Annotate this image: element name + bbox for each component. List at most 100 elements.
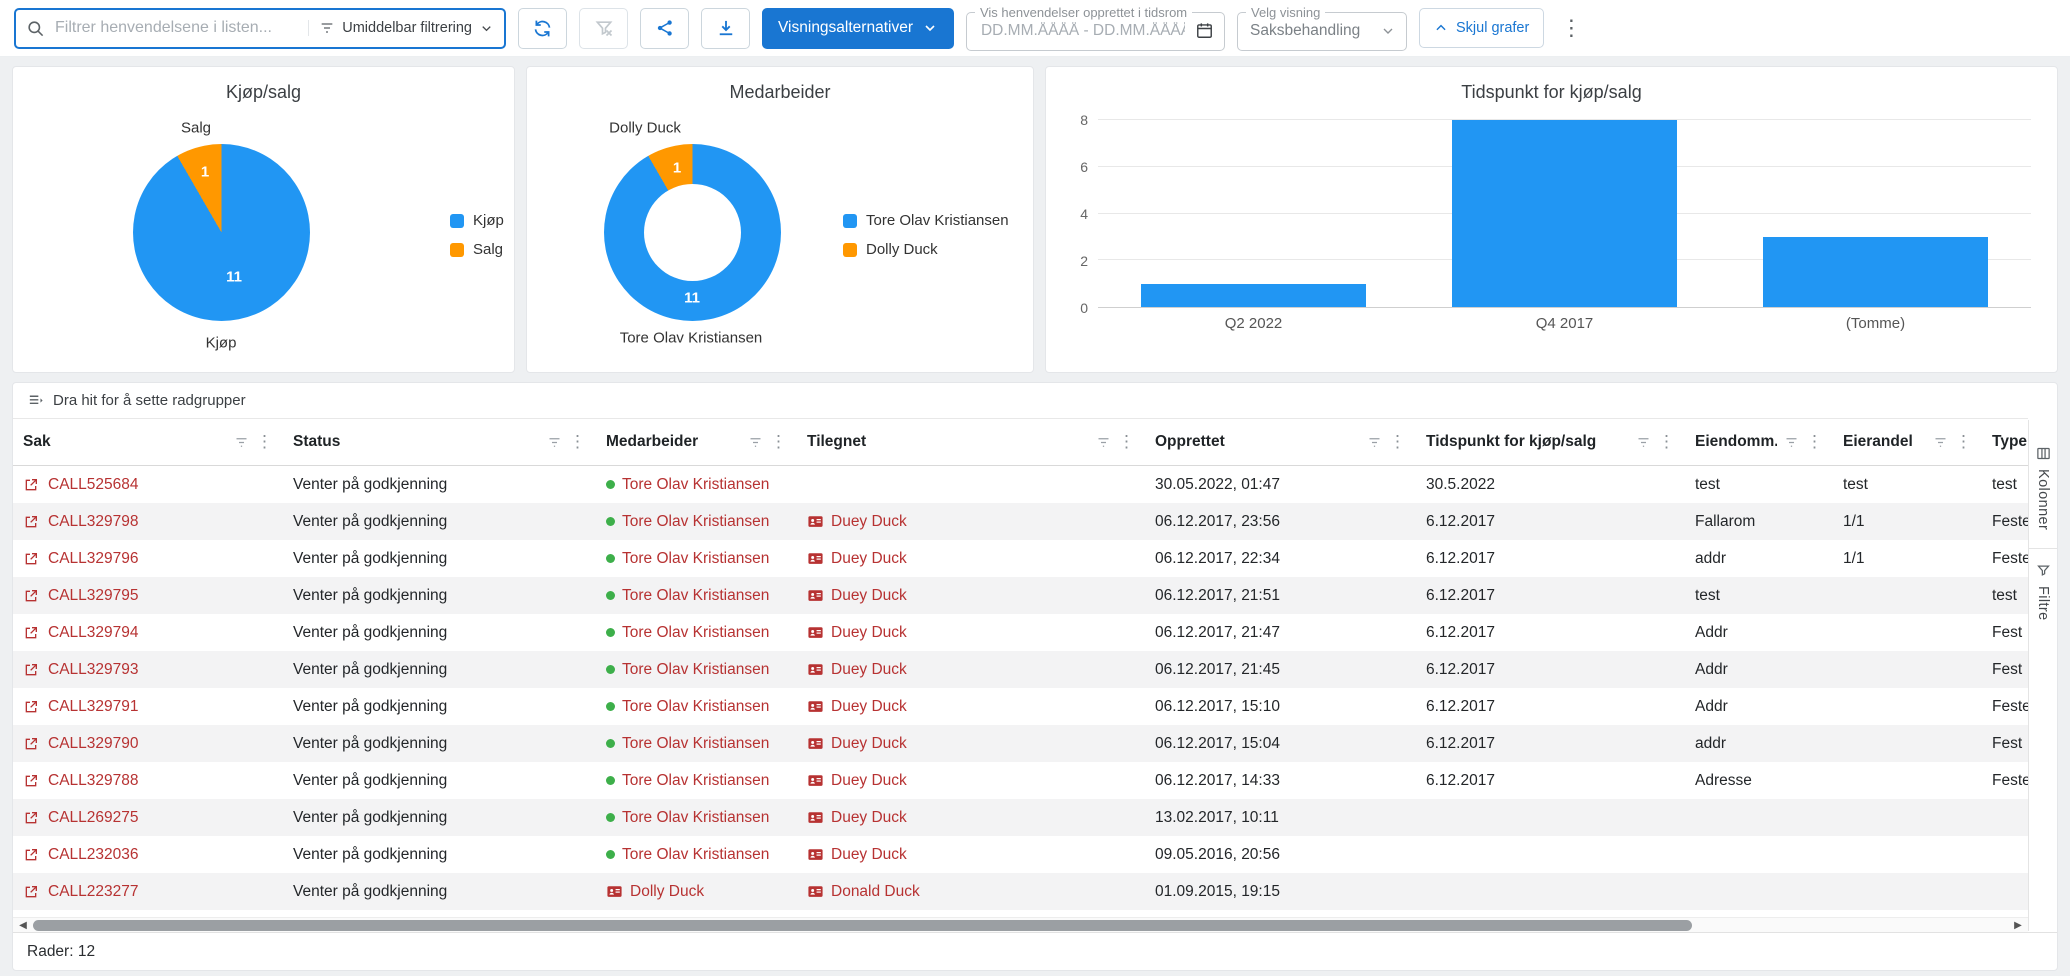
- column-menu-icon[interactable]: ⋮: [1806, 432, 1823, 452]
- bar-q2-2022[interactable]: [1141, 284, 1366, 307]
- hide-graphs-button[interactable]: Skjul grafer: [1419, 8, 1544, 48]
- column-header-tidspunkt-for-kj-p-salg[interactable]: Tidspunkt for kjøp/salg⋮: [1416, 419, 1685, 465]
- table-row[interactable]: CALL269275Venter på godkjenningTore Olav…: [13, 799, 2028, 836]
- filters-panel-tab[interactable]: Filtre: [2035, 553, 2051, 635]
- case-link[interactable]: CALL329793: [23, 661, 139, 679]
- case-link[interactable]: CALL329791: [23, 698, 139, 716]
- view-select[interactable]: Velg visning Saksbehandling: [1237, 6, 1407, 51]
- table-row[interactable]: CALL329788Venter på godkjenningTore Olav…: [13, 762, 2028, 799]
- column-header-opprettet[interactable]: Opprettet⋮: [1145, 419, 1416, 465]
- share-button[interactable]: [640, 8, 689, 49]
- case-link[interactable]: CALL329798: [23, 513, 139, 531]
- legend-item[interactable]: Tore Olav Kristiansen: [843, 212, 1009, 229]
- assignee-link[interactable]: Duey Duck: [807, 587, 907, 605]
- table-row[interactable]: CALL329790Venter på godkjenningTore Olav…: [13, 725, 2028, 762]
- column-menu-icon[interactable]: ⋮: [1389, 432, 1406, 452]
- filter-icon[interactable]: [1636, 435, 1651, 450]
- filter-icon[interactable]: [547, 435, 562, 450]
- scrollbar-track[interactable]: [33, 919, 2008, 932]
- assignee-link[interactable]: Duey Duck: [807, 698, 907, 716]
- employee-link[interactable]: Tore Olav Kristiansen: [606, 698, 769, 716]
- row-group-dropzone[interactable]: Dra hit for å sette radgrupper: [13, 383, 2028, 419]
- search-box[interactable]: Umiddelbar filtrering: [14, 8, 506, 49]
- case-link[interactable]: CALL329795: [23, 587, 139, 605]
- employee-link[interactable]: Dolly Duck: [606, 883, 704, 901]
- toolbar-menu-button[interactable]: ⋮: [1556, 15, 1586, 41]
- table-row[interactable]: CALL223277Venter på godkjenningDolly Duc…: [13, 873, 2028, 910]
- case-link[interactable]: CALL269275: [23, 809, 139, 827]
- legend-item[interactable]: Salg: [450, 241, 504, 258]
- table-row[interactable]: CALL232036Venter på godkjenningTore Olav…: [13, 836, 2028, 873]
- employee-link[interactable]: Tore Olav Kristiansen: [606, 809, 769, 827]
- column-menu-icon[interactable]: ⋮: [1658, 432, 1675, 452]
- case-link[interactable]: CALL223277: [23, 883, 139, 901]
- column-header-type-re[interactable]: Type re...⋮: [1982, 419, 2028, 465]
- date-range-field[interactable]: Vis henvendelser opprettet i tidsrom: [966, 6, 1225, 51]
- table-row[interactable]: CALL329796Venter på godkjenningTore Olav…: [13, 540, 2028, 577]
- column-header-sak[interactable]: Sak⋮: [13, 419, 283, 465]
- column-header-tilegnet[interactable]: Tilegnet⋮: [797, 419, 1145, 465]
- table-row[interactable]: CALL525684Venter på godkjenningTore Olav…: [13, 466, 2028, 503]
- case-link[interactable]: CALL329794: [23, 624, 139, 642]
- table-row[interactable]: CALL329791Venter på godkjenningTore Olav…: [13, 688, 2028, 725]
- refresh-button[interactable]: [518, 8, 567, 49]
- horizontal-scrollbar[interactable]: ◀ ▶: [13, 917, 2028, 932]
- kjop-salg-pie-chart[interactable]: [133, 144, 310, 321]
- employee-link[interactable]: Tore Olav Kristiansen: [606, 587, 769, 605]
- assignee-link[interactable]: Duey Duck: [807, 809, 907, 827]
- assignee-link[interactable]: Donald Duck: [807, 883, 920, 901]
- column-header-medarbeider[interactable]: Medarbeider⋮: [596, 419, 797, 465]
- assignee-link[interactable]: Duey Duck: [807, 550, 907, 568]
- case-link[interactable]: CALL329790: [23, 735, 139, 753]
- legend-item[interactable]: Dolly Duck: [843, 241, 1009, 258]
- download-button[interactable]: [701, 8, 750, 49]
- employee-link[interactable]: Tore Olav Kristiansen: [606, 735, 769, 753]
- clear-filter-button[interactable]: [579, 8, 628, 49]
- date-range-input[interactable]: [979, 21, 1187, 41]
- column-menu-icon[interactable]: ⋮: [770, 432, 787, 452]
- column-header-eierandel[interactable]: Eierandel⋮: [1833, 419, 1982, 465]
- assignee-link[interactable]: Duey Duck: [807, 772, 907, 790]
- filter-icon[interactable]: [1784, 435, 1799, 450]
- assignee-link[interactable]: Duey Duck: [807, 661, 907, 679]
- view-options-button[interactable]: Visningsalternativer: [762, 8, 954, 49]
- assignee-link[interactable]: Duey Duck: [807, 735, 907, 753]
- column-menu-icon[interactable]: ⋮: [569, 432, 586, 452]
- scrollbar-thumb[interactable]: [33, 920, 1692, 931]
- case-link[interactable]: CALL329796: [23, 550, 139, 568]
- column-header-status[interactable]: Status⋮: [283, 419, 596, 465]
- columns-panel-tab[interactable]: Kolonner: [2035, 436, 2051, 544]
- scroll-right-button[interactable]: ▶: [2008, 918, 2028, 933]
- column-menu-icon[interactable]: ⋮: [256, 432, 273, 452]
- filter-icon[interactable]: [1933, 435, 1948, 450]
- calendar-icon[interactable]: [1195, 21, 1214, 40]
- table-row[interactable]: CALL329793Venter på godkjenningTore Olav…: [13, 651, 2028, 688]
- column-menu-icon[interactable]: ⋮: [1955, 432, 1972, 452]
- employee-link[interactable]: Tore Olav Kristiansen: [606, 550, 769, 568]
- employee-link[interactable]: Tore Olav Kristiansen: [606, 846, 769, 864]
- assignee-link[interactable]: Duey Duck: [807, 513, 907, 531]
- filter-icon[interactable]: [748, 435, 763, 450]
- column-menu-icon[interactable]: ⋮: [1118, 432, 1135, 452]
- filter-icon[interactable]: [1367, 435, 1382, 450]
- chevron-down-icon[interactable]: [1380, 23, 1396, 39]
- assignee-link[interactable]: Duey Duck: [807, 624, 907, 642]
- quick-filter-dropdown[interactable]: Umiddelbar filtrering: [308, 20, 494, 36]
- case-link[interactable]: CALL525684: [23, 476, 139, 494]
- case-link[interactable]: CALL329788: [23, 772, 139, 790]
- employee-link[interactable]: Tore Olav Kristiansen: [606, 661, 769, 679]
- employee-link[interactable]: Tore Olav Kristiansen: [606, 624, 769, 642]
- employee-link[interactable]: Tore Olav Kristiansen: [606, 772, 769, 790]
- filter-icon[interactable]: [1096, 435, 1111, 450]
- employee-link[interactable]: Tore Olav Kristiansen: [606, 513, 769, 531]
- table-row[interactable]: CALL329794Venter på godkjenningTore Olav…: [13, 614, 2028, 651]
- bar-tomme[interactable]: [1763, 237, 1988, 307]
- table-row[interactable]: CALL329798Venter på godkjenningTore Olav…: [13, 503, 2028, 540]
- bar-q4-2017[interactable]: [1452, 120, 1677, 307]
- assignee-link[interactable]: Duey Duck: [807, 846, 907, 864]
- employee-link[interactable]: Tore Olav Kristiansen: [606, 476, 769, 494]
- case-link[interactable]: CALL232036: [23, 846, 139, 864]
- search-input[interactable]: [53, 18, 300, 38]
- legend-item[interactable]: Kjøp: [450, 212, 504, 229]
- filter-icon[interactable]: [234, 435, 249, 450]
